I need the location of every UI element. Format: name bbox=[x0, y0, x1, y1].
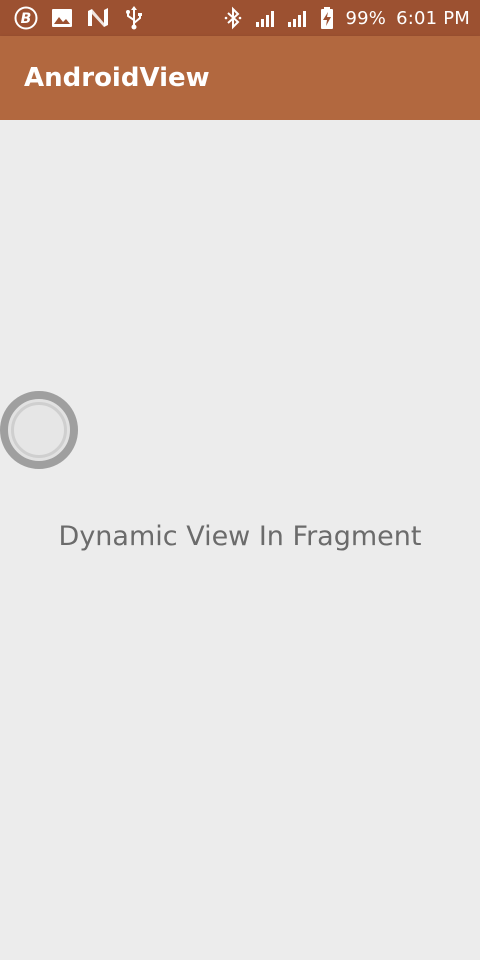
image-icon bbox=[50, 6, 74, 30]
battery-charging-icon bbox=[319, 6, 335, 30]
signal-1-icon bbox=[255, 6, 277, 30]
screen: B 99% 6:01 PM AndroidView Dynamic View I… bbox=[0, 0, 480, 960]
clock: 6:01 PM bbox=[396, 7, 470, 29]
fragment-content: Dynamic View In Fragment bbox=[0, 120, 480, 960]
bluetooth-icon bbox=[221, 6, 245, 30]
b-badge-icon: B bbox=[14, 6, 38, 30]
signal-2-icon bbox=[287, 6, 309, 30]
app-bar: AndroidView bbox=[0, 36, 480, 120]
status-bar-right: 99% 6:01 PM bbox=[221, 0, 470, 36]
floating-circle-inner bbox=[11, 402, 67, 458]
app-title: AndroidView bbox=[24, 63, 210, 93]
battery-percent: 99% bbox=[345, 7, 387, 29]
n-logo-icon bbox=[86, 6, 110, 30]
status-bar: B 99% 6:01 PM bbox=[0, 0, 480, 36]
dynamic-view-label: Dynamic View In Fragment bbox=[58, 521, 422, 552]
usb-icon bbox=[122, 6, 146, 30]
status-bar-left: B bbox=[14, 0, 146, 36]
floating-circle-button[interactable] bbox=[0, 391, 78, 469]
svg-text:B: B bbox=[21, 11, 32, 27]
